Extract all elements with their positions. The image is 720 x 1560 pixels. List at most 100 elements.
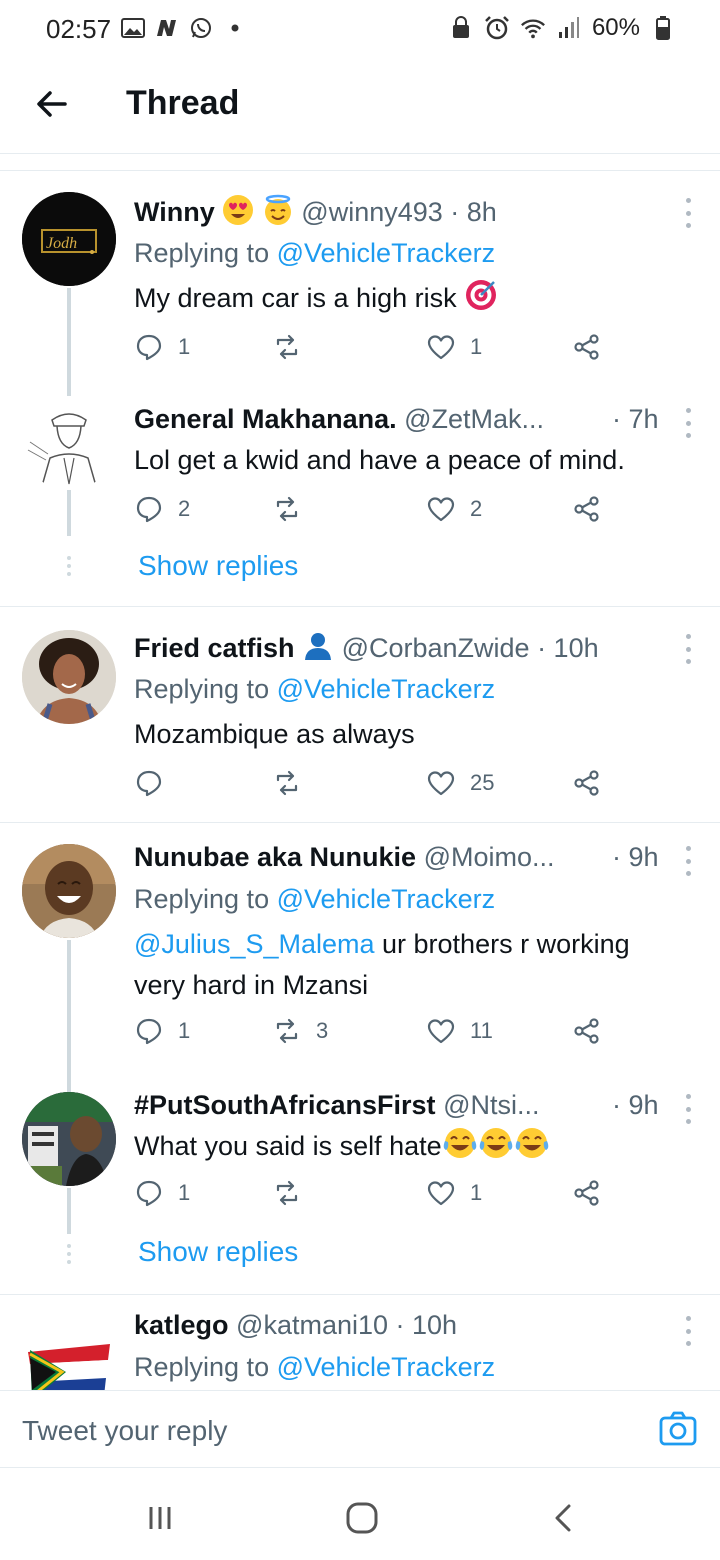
tweet-item[interactable]: katlego @katmani10 · 10h Replying to @Ve… bbox=[0, 1296, 720, 1390]
retweet-icon bbox=[276, 1180, 298, 1206]
avatar[interactable] bbox=[22, 396, 116, 490]
author-handle: @ZetMak... bbox=[404, 404, 545, 434]
retweet-count: 3 bbox=[316, 1018, 329, 1043]
author-name[interactable]: General Makhanana. bbox=[134, 404, 397, 434]
more-options-icon[interactable] bbox=[684, 634, 692, 664]
like-button[interactable]: 2 bbox=[426, 494, 482, 524]
back-nav-icon[interactable] bbox=[544, 1498, 584, 1538]
author-handle: @katmani10 · 10h bbox=[236, 1310, 458, 1340]
tweet-text: My dream car is a high risk bbox=[134, 278, 694, 319]
tweet-item[interactable]: Jodh Winny @winny493 · 8h Replying to @V… bbox=[0, 172, 720, 408]
back-arrow-icon[interactable] bbox=[32, 84, 72, 124]
retweet-button[interactable] bbox=[272, 332, 316, 362]
heart-icon bbox=[427, 335, 455, 360]
avatar[interactable] bbox=[22, 1316, 116, 1390]
retweet-icon bbox=[276, 770, 298, 796]
more-options-icon[interactable] bbox=[684, 198, 692, 228]
battery-percent: 60% bbox=[591, 14, 640, 41]
reply-count: 1 bbox=[178, 1018, 191, 1043]
dot-icon bbox=[222, 15, 248, 41]
author-handle: @Moimo... bbox=[423, 842, 555, 872]
tweet-item[interactable]: Fried catfish @CorbanZwide · 10h Replyin… bbox=[0, 608, 720, 820]
share-button[interactable] bbox=[572, 1178, 602, 1208]
wifi-icon bbox=[520, 15, 546, 41]
avatar[interactable] bbox=[22, 1092, 116, 1186]
share-button[interactable] bbox=[572, 332, 602, 362]
share-button[interactable] bbox=[572, 494, 602, 524]
avatar[interactable] bbox=[22, 844, 116, 938]
like-count: 2 bbox=[470, 496, 483, 521]
like-button[interactable]: 11 bbox=[426, 1016, 493, 1046]
reply-count: 1 bbox=[178, 334, 191, 359]
reply-button[interactable]: 1 bbox=[134, 1016, 190, 1046]
tweet-time: · 9h bbox=[612, 1090, 659, 1120]
author-name[interactable]: Winny bbox=[134, 197, 215, 227]
home-icon[interactable] bbox=[342, 1498, 382, 1538]
n-icon bbox=[154, 15, 180, 41]
signal-icon bbox=[556, 15, 582, 41]
avatar[interactable] bbox=[22, 630, 116, 724]
lock-icon bbox=[448, 15, 474, 41]
tweet-item[interactable]: General Makhanana. @ZetMak... · 7h Lol g… bbox=[0, 382, 720, 606]
more-options-icon[interactable] bbox=[684, 846, 692, 876]
share-icon bbox=[574, 1018, 599, 1044]
alarm-icon bbox=[484, 15, 510, 41]
tweet-text: @Julius_S_Malema ur brothers r working v… bbox=[134, 929, 630, 1000]
avatar[interactable]: Jodh bbox=[22, 192, 116, 286]
tweet-actions: 2 2 bbox=[134, 494, 604, 534]
tweet-item[interactable]: #PutSouthAfricansFirst @Ntsi... · 9h Wha… bbox=[0, 1080, 720, 1292]
reply-button[interactable]: 1 bbox=[134, 1178, 190, 1208]
retweet-button[interactable] bbox=[272, 1178, 316, 1208]
share-icon bbox=[574, 496, 599, 522]
author-name[interactable]: Fried catfish bbox=[134, 633, 295, 663]
author-name[interactable]: katlego bbox=[134, 1310, 229, 1340]
thread-line bbox=[67, 940, 71, 1098]
author-name[interactable]: #PutSouthAfricansFirst bbox=[134, 1090, 436, 1120]
halo-emoji-icon bbox=[264, 194, 291, 225]
reply-button[interactable]: 1 bbox=[134, 332, 190, 362]
show-replies-button[interactable]: Show replies bbox=[138, 550, 298, 582]
tweet-actions: 25 bbox=[134, 768, 604, 808]
mention-link[interactable]: @VehicleTrackerz bbox=[277, 884, 495, 914]
camera-icon[interactable] bbox=[658, 1409, 698, 1449]
heart-eyes-emoji-icon bbox=[223, 195, 254, 225]
heart-icon bbox=[427, 1181, 455, 1206]
reply-input[interactable]: Tweet your reply bbox=[22, 1415, 227, 1447]
tweet-actions: 1 1 bbox=[134, 332, 604, 372]
thread-continuation-dots bbox=[66, 1244, 72, 1264]
more-options-icon[interactable] bbox=[684, 1316, 692, 1346]
mention-link[interactable]: @VehicleTrackerz bbox=[277, 674, 495, 704]
system-icons: 60% bbox=[448, 14, 676, 42]
share-button[interactable] bbox=[572, 768, 602, 798]
retweet-button[interactable]: 3 bbox=[272, 1016, 328, 1046]
person-silhouette-emoji-icon bbox=[305, 633, 332, 660]
like-button[interactable]: 25 bbox=[426, 768, 494, 798]
retweet-button[interactable] bbox=[272, 768, 316, 798]
tears-of-joy-emoji-icon bbox=[443, 1128, 476, 1158]
recent-apps-icon[interactable] bbox=[140, 1498, 180, 1538]
share-icon bbox=[574, 334, 599, 360]
mention-link[interactable]: @Julius_S_Malema bbox=[134, 929, 375, 959]
retweet-button[interactable] bbox=[272, 494, 316, 524]
replying-to: Replying to @VehicleTrackerz bbox=[134, 884, 496, 914]
author-name[interactable]: Nunubae aka Nunukie bbox=[134, 842, 416, 872]
like-button[interactable]: 1 bbox=[426, 332, 482, 362]
more-options-icon[interactable] bbox=[684, 1094, 692, 1124]
reply-button[interactable]: 2 bbox=[134, 494, 190, 524]
share-button[interactable] bbox=[572, 1016, 602, 1046]
divider bbox=[0, 170, 720, 171]
more-options-icon[interactable] bbox=[684, 408, 692, 438]
reply-icon bbox=[136, 496, 162, 523]
retweet-icon bbox=[276, 334, 298, 360]
reply-button[interactable] bbox=[134, 768, 178, 798]
reply-icon bbox=[136, 770, 162, 797]
battery-icon bbox=[650, 15, 676, 41]
mention-link[interactable]: @VehicleTrackerz bbox=[277, 1352, 495, 1382]
tears-of-joy-emoji-icon bbox=[515, 1128, 548, 1158]
show-replies-button[interactable]: Show replies bbox=[138, 1236, 298, 1268]
author-handle: @winny493 · 8h bbox=[301, 197, 497, 227]
mention-link[interactable]: @VehicleTrackerz bbox=[277, 238, 495, 268]
like-button[interactable]: 1 bbox=[426, 1178, 482, 1208]
tweet-item[interactable]: Nunubae aka Nunukie @Moimo... · 9h Reply… bbox=[0, 824, 720, 1098]
reply-icon bbox=[136, 1180, 162, 1207]
